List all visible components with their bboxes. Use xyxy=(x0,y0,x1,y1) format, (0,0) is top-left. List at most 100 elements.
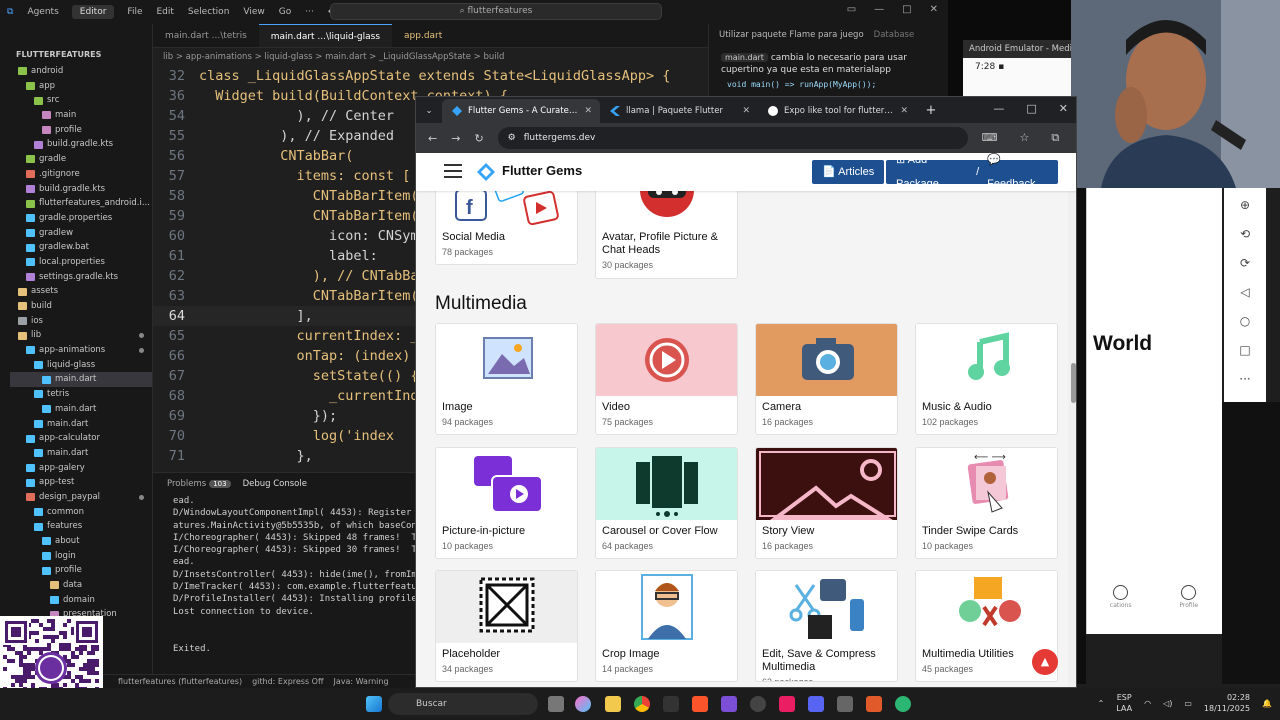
windows-start-icon[interactable] xyxy=(366,696,382,712)
tree-item[interactable]: gradlew.bat xyxy=(10,240,152,255)
chat-database-tab[interactable]: Database xyxy=(874,24,915,46)
tree-item[interactable]: main.dart xyxy=(10,417,152,432)
tree-item[interactable]: src xyxy=(10,93,152,108)
tree-item[interactable]: settings.gradle.kts xyxy=(10,270,152,285)
vscode-icon[interactable] xyxy=(721,696,737,712)
terminal-icon[interactable] xyxy=(663,696,679,712)
emulator-tab-notifications[interactable]: cations xyxy=(1110,585,1132,625)
tree-item[interactable]: main.dart xyxy=(10,446,152,461)
close-icon[interactable]: ✕ xyxy=(930,4,938,15)
chrome-icon[interactable] xyxy=(634,696,650,712)
category-card[interactable]: Edit, Save & Compress Multimedia 63 packa… xyxy=(755,570,898,682)
site-info-icon[interactable]: ⚙ xyxy=(508,133,516,143)
rotate-right-icon[interactable]: ⟳ xyxy=(1240,256,1250,270)
minimize-icon[interactable]: — xyxy=(993,102,1004,115)
emulator-tab-profile[interactable]: Profile xyxy=(1179,585,1198,625)
app-icon[interactable] xyxy=(837,696,853,712)
tree-item[interactable]: .gitignore xyxy=(10,167,152,182)
tree-item[interactable]: main.dart xyxy=(10,372,152,388)
menu-more-icon[interactable]: ··· xyxy=(298,7,321,17)
articles-button[interactable]: 📄 Articles xyxy=(812,160,885,184)
copilot-icon[interactable] xyxy=(575,696,591,712)
tree-item[interactable]: profile xyxy=(10,563,152,578)
chat-title[interactable]: Utilizar paquete Flame para juego xyxy=(719,24,864,46)
tree-item[interactable]: app-animations xyxy=(10,343,152,358)
menu-edit[interactable]: Edit xyxy=(149,7,180,17)
tree-item[interactable]: gradle xyxy=(10,152,152,167)
tree-item[interactable]: app xyxy=(10,79,152,94)
close-tab-icon[interactable]: ✕ xyxy=(900,99,908,123)
page-scrollbar[interactable] xyxy=(1068,153,1076,687)
tree-item[interactable]: gradlew xyxy=(10,226,152,241)
add-package-button[interactable]: ⊞ Add Package xyxy=(896,153,968,196)
file-chip[interactable]: main.dart xyxy=(721,53,768,62)
scroll-to-top-button[interactable]: ▲ xyxy=(1032,649,1058,675)
back-icon[interactable]: ← xyxy=(428,132,437,145)
tree-item[interactable]: local.properties xyxy=(10,255,152,270)
menu-agents[interactable]: Agents xyxy=(20,7,65,17)
status-project[interactable]: flutterfeatures (flutterfeatures) xyxy=(118,677,242,686)
category-card[interactable]: Image 94 packages xyxy=(435,323,578,435)
close-tab-icon[interactable]: ✕ xyxy=(742,99,750,123)
tree-item[interactable]: liquid-glass xyxy=(10,358,152,373)
taskbar-search[interactable]: Buscar xyxy=(388,693,538,715)
home-icon[interactable]: ○ xyxy=(1240,314,1250,328)
tree-item[interactable]: app-calculator xyxy=(10,431,152,446)
maximize-icon[interactable]: □ xyxy=(902,4,911,15)
address-bar[interactable]: ⚙ fluttergems.dev xyxy=(497,127,968,149)
forward-icon[interactable]: → xyxy=(451,132,460,145)
tree-item[interactable]: domain xyxy=(10,593,152,608)
category-card[interactable]: Story View 16 packages xyxy=(755,447,898,559)
tree-item[interactable]: features xyxy=(10,519,152,534)
translate-icon[interactable]: ⌨ xyxy=(982,131,998,145)
problems-tab[interactable]: Problems 103 xyxy=(167,479,231,489)
category-card[interactable]: Camera 16 packages xyxy=(755,323,898,435)
tree-item[interactable]: ios xyxy=(10,314,152,329)
menu-view[interactable]: View xyxy=(236,7,271,17)
more-icon[interactable]: ··· xyxy=(1239,372,1250,386)
tab-flutter-gems[interactable]: Flutter Gems - A Curated List of ✕ xyxy=(442,99,600,123)
tree-item[interactable]: tetris xyxy=(10,387,152,402)
wifi-icon[interactable]: ◠ xyxy=(1144,699,1151,708)
tree-item[interactable]: design_paypal xyxy=(10,490,152,505)
tree-item[interactable]: login xyxy=(10,549,152,564)
tab-list-icon[interactable]: ⌄ xyxy=(416,99,442,123)
tree-item[interactable]: assets xyxy=(10,284,152,299)
status-java[interactable]: Java: Warning xyxy=(334,677,389,686)
battery-icon[interactable]: ▭ xyxy=(1184,699,1192,708)
discord-icon[interactable] xyxy=(808,696,824,712)
category-card[interactable]: Video 75 packages xyxy=(595,323,738,435)
category-card[interactable]: ⟵ ⟶ Tinder Swipe Cards 10 packages xyxy=(915,447,1058,559)
menu-go[interactable]: Go xyxy=(272,7,298,17)
code-line[interactable]: 32 class _LiquidGlassAppState extends Sta… xyxy=(153,66,708,86)
tab-tetris-main[interactable]: main.dart ...\tetris xyxy=(153,24,259,47)
github-icon[interactable] xyxy=(750,696,766,712)
feedback-button[interactable]: 💬 Feedback xyxy=(987,153,1048,196)
tree-item[interactable]: about xyxy=(10,534,152,549)
menu-editor[interactable]: Editor xyxy=(71,5,115,19)
bookmark-star-icon[interactable]: ☆ xyxy=(1020,131,1030,145)
tree-item[interactable]: lib xyxy=(10,328,152,343)
tree-item[interactable]: build.gradle.kts xyxy=(10,182,152,197)
tree-item[interactable]: profile xyxy=(10,123,152,138)
category-card[interactable]: Crop Image 14 packages xyxy=(595,570,738,682)
tab-liquid-glass-main[interactable]: main.dart ...\liquid-glass xyxy=(258,24,393,47)
scrollbar-thumb[interactable] xyxy=(1071,363,1076,403)
notification-bell-icon[interactable]: 🔔 xyxy=(1262,699,1272,708)
tray-chevron-icon[interactable]: ⌃ xyxy=(1098,699,1105,708)
language-indicator[interactable]: ESP LAA xyxy=(1116,692,1132,714)
brand-name[interactable]: Flutter Gems xyxy=(502,163,582,178)
back-icon[interactable]: ◁ xyxy=(1240,285,1249,299)
overview-icon[interactable]: □ xyxy=(1239,343,1250,357)
extensions-icon[interactable]: ⧉ xyxy=(1051,131,1059,145)
taskbar-clock[interactable]: 02:28 18/11/2025 xyxy=(1204,692,1250,714)
tiktok-icon[interactable] xyxy=(779,696,795,712)
menu-selection[interactable]: Selection xyxy=(181,7,236,17)
tree-item[interactable]: app-test xyxy=(10,475,152,490)
tree-item[interactable]: gradle.properties xyxy=(10,211,152,226)
close-icon[interactable]: ✕ xyxy=(1059,102,1068,115)
tab-app-dart[interactable]: app.dart xyxy=(392,24,454,47)
debug-console-tab[interactable]: Debug Console xyxy=(243,479,307,489)
close-tab-icon[interactable]: ✕ xyxy=(584,99,592,123)
tree-item[interactable]: build.gradle.kts xyxy=(10,137,152,152)
